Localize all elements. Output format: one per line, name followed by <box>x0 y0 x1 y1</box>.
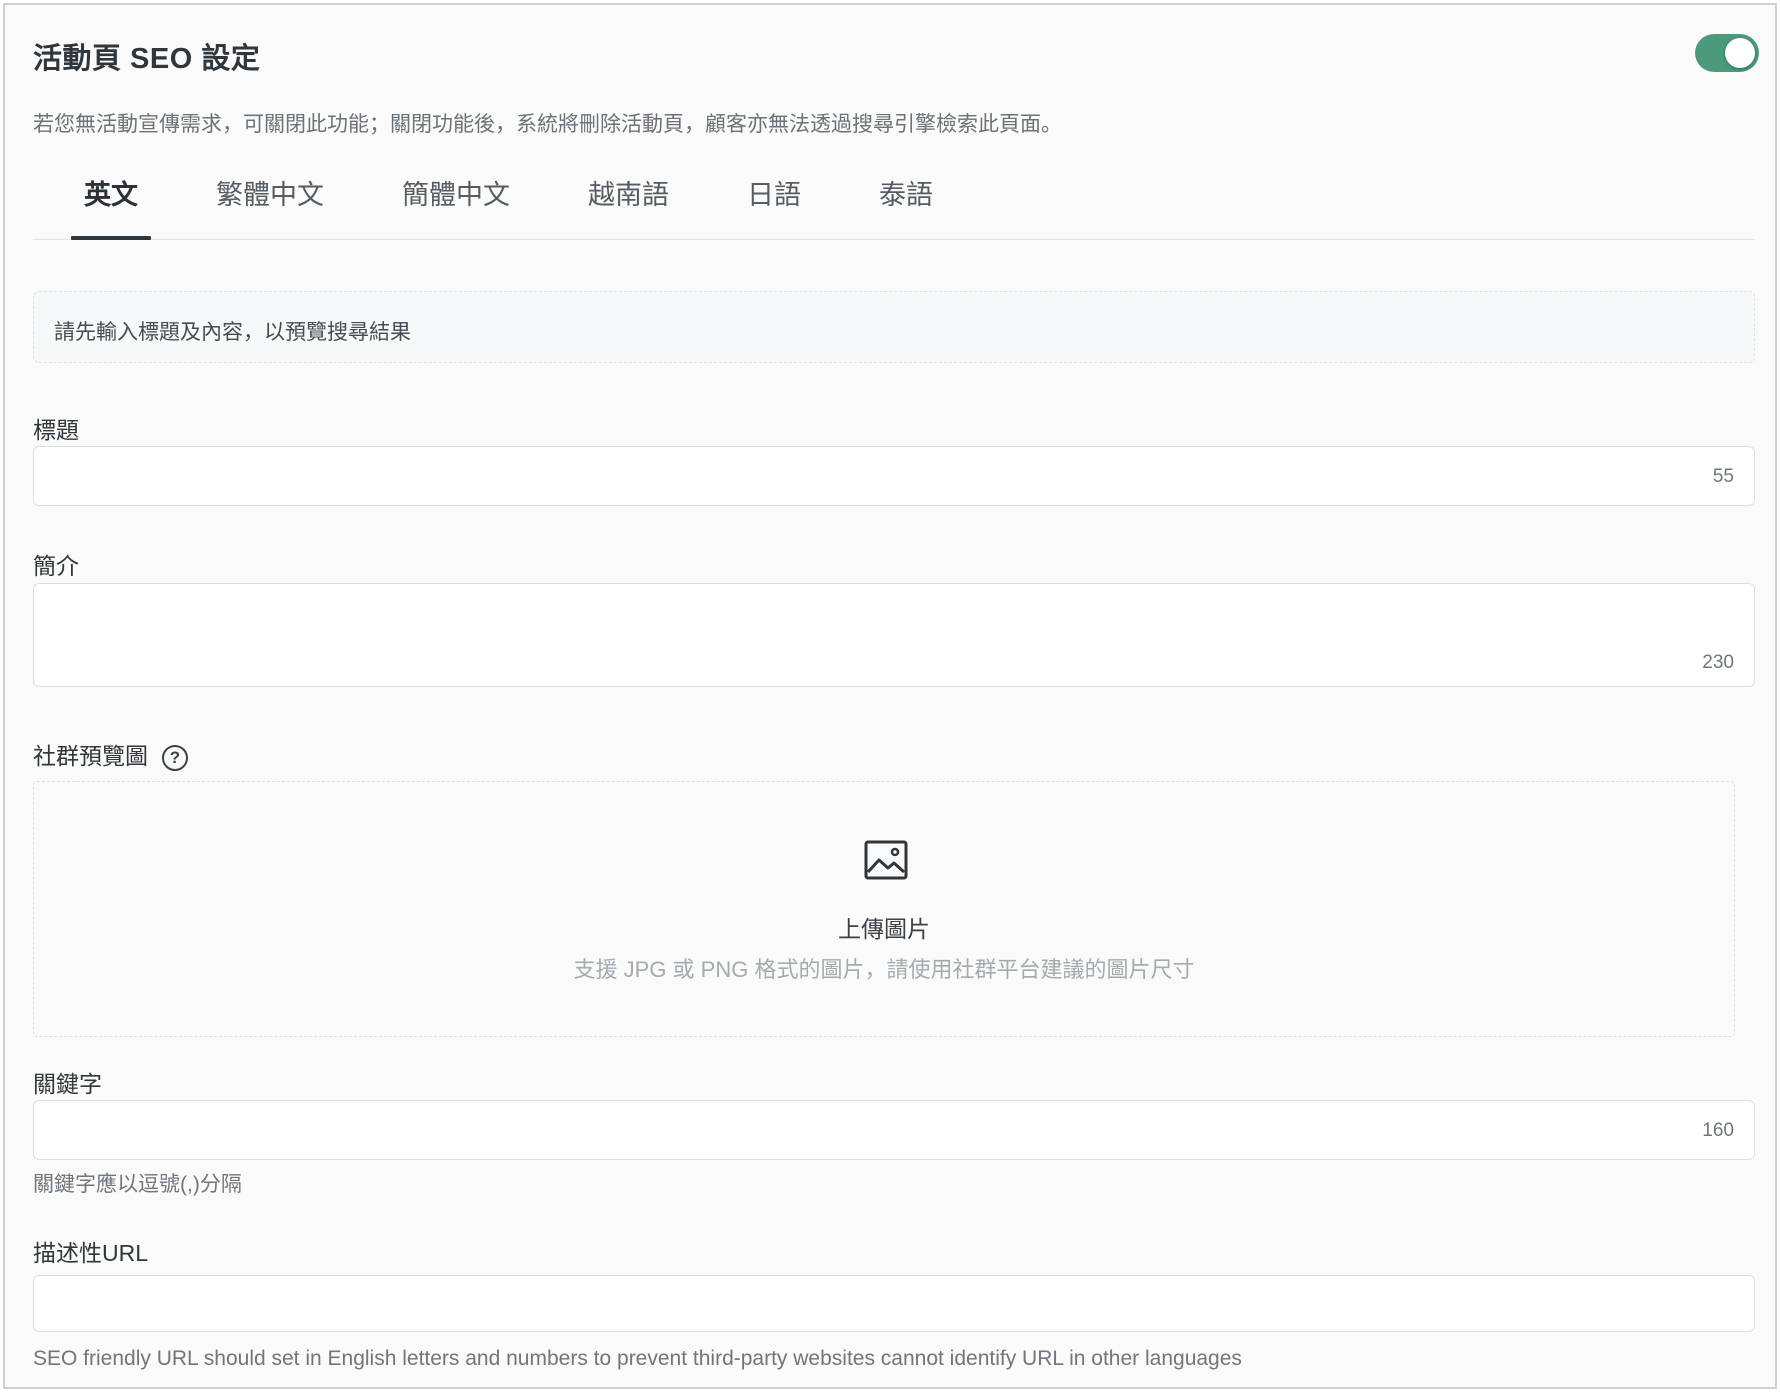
intro-label: 簡介 <box>33 553 79 579</box>
tab-simplified-chinese[interactable]: 簡體中文 <box>389 173 523 239</box>
seo-settings-panel: 活動頁 SEO 設定 若您無活動宣傳需求，可關閉此功能；關閉功能後，系統將刪除活… <box>3 3 1777 1389</box>
url-hint: SEO friendly URL should set in English l… <box>33 1347 1242 1370</box>
tab-english[interactable]: 英文 <box>71 173 151 240</box>
page-description: 若您無活動宣傳需求，可關閉此功能；關閉功能後，系統將刪除活動頁，顧客亦無法透過搜… <box>33 113 1062 136</box>
intro-textarea[interactable]: 230 <box>33 583 1755 687</box>
question-circle-icon[interactable]: ? <box>162 745 188 771</box>
upload-title: 上傳圖片 <box>838 916 930 942</box>
image-upload-area[interactable]: 上傳圖片 支援 JPG 或 PNG 格式的圖片，請使用社群平台建議的圖片尺寸 <box>33 781 1735 1037</box>
tab-traditional-chinese[interactable]: 繁體中文 <box>203 173 337 239</box>
upload-hint: 支援 JPG 或 PNG 格式的圖片，請使用社群平台建議的圖片尺寸 <box>573 957 1195 982</box>
image-icon <box>864 840 908 880</box>
tab-thai[interactable]: 泰語 <box>866 173 946 239</box>
tab-vietnamese[interactable]: 越南語 <box>575 173 682 239</box>
tab-japanese[interactable]: 日語 <box>734 173 814 239</box>
toggle-knob <box>1725 38 1755 68</box>
search-preview-box: 請先輸入標題及內容，以預覽搜尋結果 <box>33 291 1755 363</box>
title-input[interactable]: 55 <box>33 446 1755 506</box>
language-tabs: 英文 繁體中文 簡體中文 越南語 日語 泰語 <box>33 173 1755 240</box>
intro-char-counter: 230 <box>1702 652 1734 673</box>
social-image-label-text: 社群預覽圖 <box>33 743 148 769</box>
title-label: 標題 <box>33 417 79 443</box>
keywords-label: 關鍵字 <box>33 1071 102 1097</box>
social-image-label: 社群預覽圖? <box>33 737 188 771</box>
keywords-input[interactable]: 160 <box>33 1100 1755 1160</box>
url-input[interactable] <box>33 1275 1755 1332</box>
seo-enable-toggle[interactable] <box>1695 34 1759 72</box>
search-preview-placeholder: 請先輸入標題及內容，以預覽搜尋結果 <box>54 321 411 344</box>
title-char-counter: 55 <box>1712 466 1734 487</box>
keywords-hint: 關鍵字應以逗號(,)分隔 <box>33 1173 242 1196</box>
panel-header: 活動頁 SEO 設定 若您無活動宣傳需求，可關閉此功能；關閉功能後，系統將刪除活… <box>33 5 1759 136</box>
url-label: 描述性URL <box>33 1240 149 1266</box>
keywords-char-counter: 160 <box>1702 1120 1734 1141</box>
page-title: 活動頁 SEO 設定 <box>33 43 261 75</box>
panel-content: 活動頁 SEO 設定 若您無活動宣傳需求，可關閉此功能；關閉功能後，系統將刪除活… <box>33 5 1759 1370</box>
